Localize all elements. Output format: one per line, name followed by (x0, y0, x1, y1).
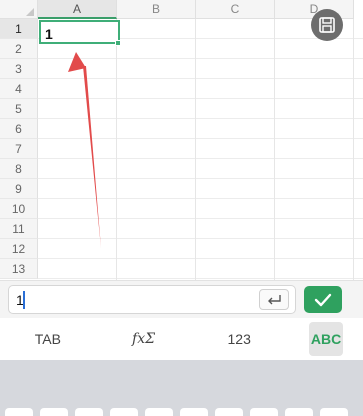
keyboard-key-row (0, 408, 355, 416)
keyboard-key[interactable] (180, 408, 208, 416)
keyboard-toolbar: TAB fxΣ 123 ABC (0, 318, 363, 360)
keyboard-key[interactable] (285, 408, 313, 416)
spreadsheet-grid[interactable]: A B C D 1 2 3 4 5 6 7 8 9 10 11 12 13 1 (0, 0, 363, 280)
enter-button[interactable] (259, 289, 289, 310)
formula-keyboard-tab[interactable]: fxΣ (96, 322, 192, 356)
keyboard-key[interactable] (250, 408, 278, 416)
formula-input[interactable]: 1 (8, 285, 296, 314)
return-arrow-icon (268, 294, 281, 304)
floppy-disk-icon (319, 17, 335, 33)
arrow-shaft (83, 66, 101, 248)
checkmark-icon (314, 293, 332, 306)
text-caret (23, 291, 25, 309)
keyboard-key[interactable] (75, 408, 103, 416)
confirm-button[interactable] (304, 286, 342, 313)
save-button[interactable] (311, 9, 343, 41)
keyboard-key[interactable] (320, 408, 348, 416)
keyboard-key[interactable] (215, 408, 243, 416)
annotation-arrow-icon (68, 52, 101, 248)
keyboard-key[interactable] (110, 408, 138, 416)
keyboard-key[interactable] (145, 408, 173, 416)
keyboard-key[interactable] (40, 408, 68, 416)
numeric-keyboard-tab[interactable]: 123 (191, 322, 287, 356)
alpha-keyboard-tab[interactable]: ABC (309, 322, 344, 356)
soft-keyboard (0, 360, 363, 416)
formula-bar: 1 (0, 280, 363, 318)
keyboard-key[interactable] (5, 408, 33, 416)
tab-key-button[interactable]: TAB (0, 322, 96, 356)
